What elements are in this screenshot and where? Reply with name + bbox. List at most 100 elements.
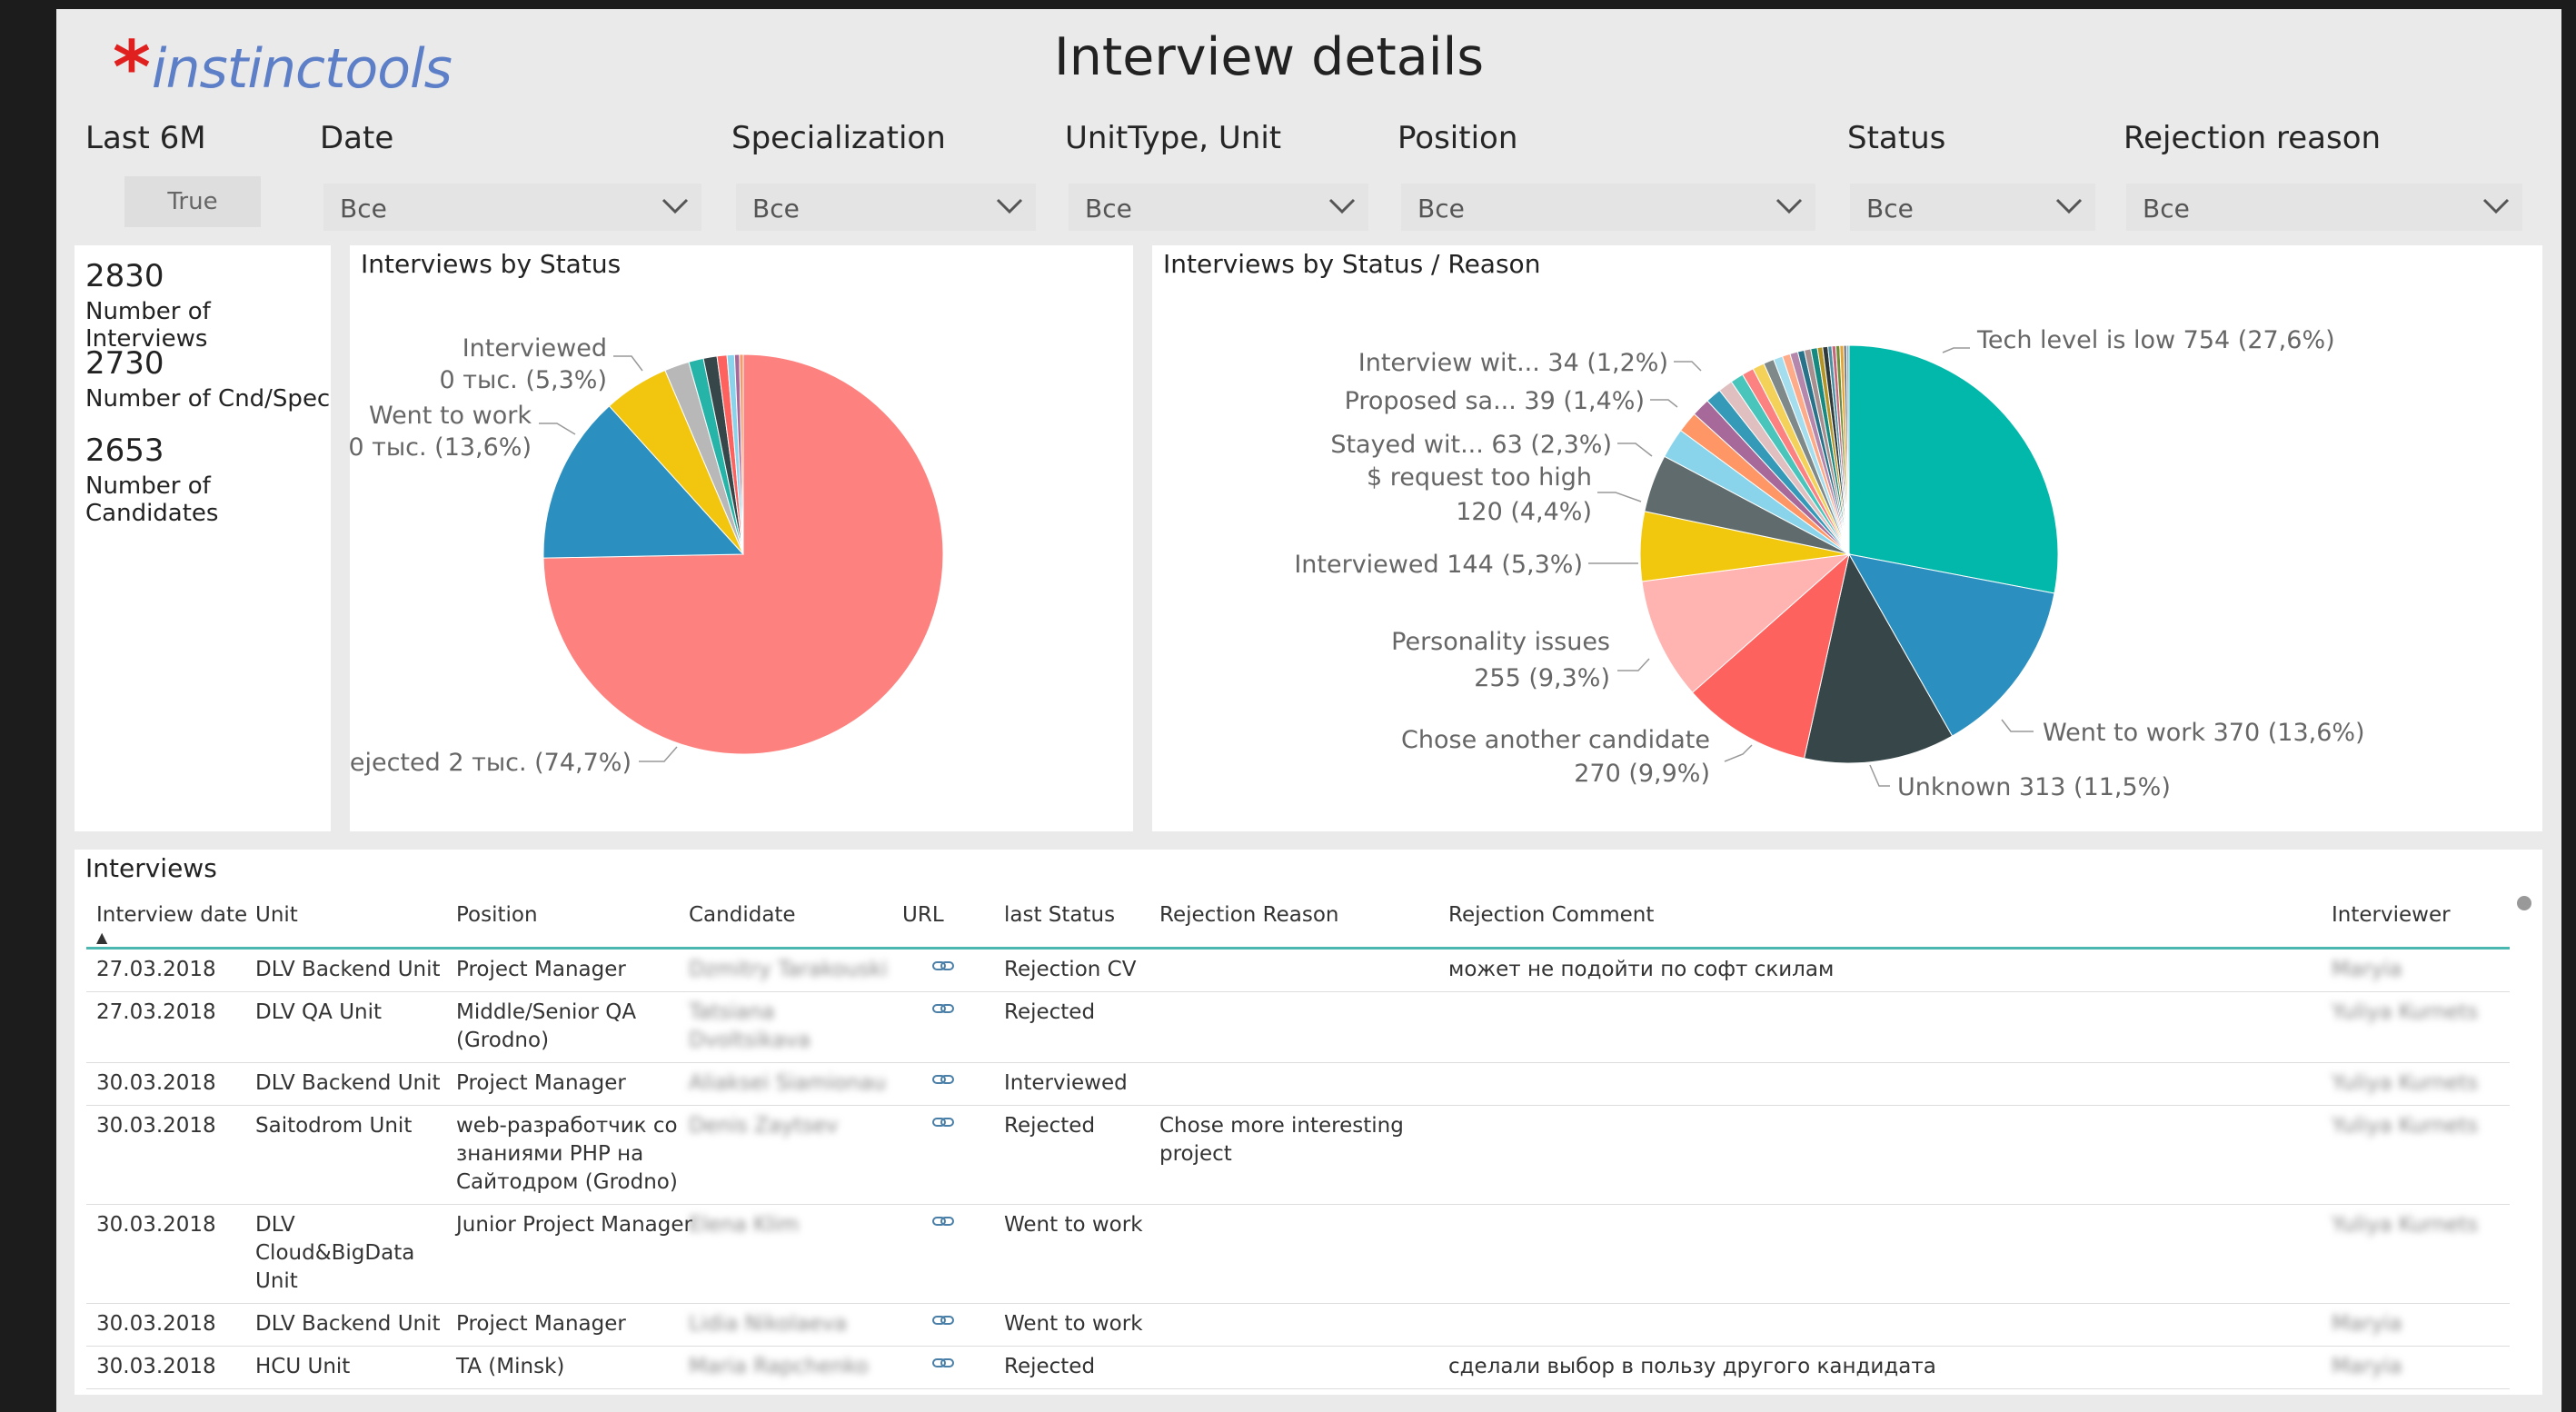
- last6m-toggle-button[interactable]: True: [124, 176, 261, 227]
- url-link-icon[interactable]: [931, 954, 955, 982]
- rejection-dropdown[interactable]: Все: [2126, 184, 2522, 231]
- url-link-icon[interactable]: [931, 1209, 955, 1238]
- column-header-comment[interactable]: Rejection Comment: [1448, 901, 1654, 930]
- cell-comment: сделали выбор в пользу другого кандидата: [1448, 1355, 1936, 1378]
- column-header-candidate[interactable]: Candidate: [689, 901, 796, 930]
- column-header-status[interactable]: last Status: [1004, 901, 1115, 930]
- filter-label-position: Position: [1397, 120, 1518, 156]
- column-header-unit[interactable]: Unit: [255, 901, 298, 930]
- tech-level-leader-line: [1942, 347, 1970, 353]
- interviewed-label-1: Interviewed: [462, 334, 607, 363]
- specialization-dropdown-value: Все: [752, 194, 800, 224]
- cell-unit: DLV QA Unit: [255, 1000, 383, 1024]
- filter-label-rejection: Rejection reason: [2123, 120, 2382, 156]
- cell-status: Rejected: [1004, 1114, 1096, 1138]
- cell-candidate: Lidia Nikolaeva: [689, 1312, 848, 1336]
- cell-date: 27.03.2018: [96, 958, 216, 981]
- row-divider: [86, 1105, 2510, 1106]
- filter-label-status: Status: [1847, 120, 1946, 156]
- column-header-reason[interactable]: Rejection Reason: [1159, 901, 1338, 930]
- logo-text: instinctools: [151, 37, 453, 101]
- header-divider: [86, 947, 2510, 950]
- filter-label-unit: UnitType, Unit: [1065, 120, 1282, 156]
- cell-status: Rejected: [1004, 1355, 1096, 1378]
- cell-interviewer: Maryia: [2332, 1355, 2402, 1378]
- request-label-1: $ request too high: [1367, 463, 1592, 492]
- cell-status: Went to work: [1004, 1213, 1143, 1237]
- cell-unit: Cloud&BigData: [255, 1241, 415, 1265]
- cell-interviewer: Maryia: [2332, 958, 2402, 981]
- went-to-work-leader-line: [539, 423, 576, 435]
- rejected-label: Rejected 2 тыс. (74,7%): [350, 749, 632, 777]
- interviews-table-title: Interviews: [85, 853, 217, 883]
- cell-position: (Grodno): [456, 1029, 550, 1052]
- cell-position: TA (Minsk): [456, 1355, 565, 1378]
- date-dropdown[interactable]: Все: [323, 184, 701, 231]
- proposed-label: Proposed sa... 39 (1,4%): [1345, 387, 1645, 415]
- status-dropdown[interactable]: Все: [1850, 184, 2095, 231]
- column-header-position[interactable]: Position: [456, 901, 538, 930]
- request-label-2: 120 (4,4%): [1456, 498, 1592, 526]
- kpi-candidates-label: Number of Candidates: [85, 472, 219, 527]
- cell-unit: DLV Backend Unit: [255, 1071, 441, 1095]
- cell-position: Сайтодром (Grodno): [456, 1170, 678, 1194]
- unit-dropdown[interactable]: Все: [1069, 184, 1368, 231]
- cell-status: Rejected: [1004, 1000, 1096, 1024]
- cell-date: 30.03.2018: [96, 1213, 216, 1237]
- went-to-work-label-1: Went to work: [369, 402, 532, 430]
- row-divider: [86, 1346, 2510, 1347]
- kpi-candidates-value: 2653: [85, 433, 164, 469]
- kpi-interviews-value: 2830: [85, 258, 164, 294]
- column-header-date[interactable]: Interview date: [96, 901, 247, 930]
- went-to-work-label-2: 0 тыс. (13,6%): [350, 433, 532, 462]
- request-leader-line: [1597, 492, 1642, 502]
- cell-comment: может не подойти по софт скилам: [1448, 958, 1835, 981]
- personality-label-2: 255 (9,3%): [1474, 664, 1610, 692]
- kpi-panel: 2830 Number of Interviews 2730 Number of…: [75, 245, 331, 831]
- cell-candidate: Tatsiana: [689, 1000, 775, 1024]
- scrollbar-thumb[interactable]: [2517, 896, 2531, 910]
- cell-position: Project Manager: [456, 1071, 626, 1095]
- cell-position: знаниями PHP на: [456, 1142, 644, 1166]
- instinctools-logo: *instinctools: [113, 20, 453, 110]
- row-divider: [86, 1303, 2510, 1304]
- chose-another-label-2: 270 (9,9%): [1574, 760, 1710, 788]
- cell-interviewer: Yuliya Kurnets: [2332, 1000, 2479, 1024]
- row-divider: [86, 1204, 2510, 1205]
- chevron-down-icon: [661, 198, 689, 214]
- specialization-dropdown[interactable]: Все: [736, 184, 1036, 231]
- cell-candidate: Elena Klim: [689, 1213, 800, 1237]
- cell-unit: Saitodrom Unit: [255, 1114, 413, 1138]
- interview-wit-label: Interview wit... 34 (1,2%): [1358, 349, 1668, 377]
- cell-candidate: Maria Rapchenko: [689, 1355, 869, 1378]
- row-divider: [86, 1388, 2510, 1389]
- unknown-leader-line: [1869, 764, 1890, 787]
- reason-pie-chart: Tech level is low 754 (27,6%) Went to wo…: [1294, 326, 2365, 801]
- interviewed-reason-label: Interviewed 144 (5,3%): [1294, 551, 1583, 579]
- url-link-icon[interactable]: [931, 1110, 955, 1139]
- filter-label-specialization: Specialization: [731, 120, 946, 156]
- url-link-icon[interactable]: [931, 1308, 955, 1337]
- cell-status: Interviewed: [1004, 1071, 1128, 1095]
- column-header-url[interactable]: URL: [902, 901, 944, 930]
- chevron-down-icon: [2482, 198, 2510, 214]
- cell-interviewer: Yuliya Kurnets: [2332, 1071, 2479, 1095]
- position-dropdown[interactable]: Все: [1401, 184, 1815, 231]
- reason-chart-panel: Interviews by Status / Reason Tech level…: [1152, 245, 2542, 831]
- cell-candidate: Aliaksei Siamionau: [689, 1071, 886, 1095]
- status-chart-panel: Interviews by Status Interviewed 0 тыс. …: [350, 245, 1133, 831]
- personality-label-1: Personality issues: [1391, 628, 1610, 656]
- url-link-icon[interactable]: [931, 1351, 955, 1379]
- column-header-interviewer[interactable]: Interviewer: [2332, 901, 2451, 930]
- went-to-work-reason-label: Went to work 370 (13,6%): [2043, 719, 2365, 747]
- chose-another-label-1: Chose another candidate: [1401, 726, 1710, 754]
- cell-position: web-разработчик со: [456, 1114, 678, 1138]
- cell-unit: DLV Backend Unit: [255, 1312, 441, 1336]
- reason-slice-tech-level-is-low[interactable]: [1848, 344, 2059, 594]
- position-dropdown-value: Все: [1417, 194, 1465, 224]
- url-link-icon[interactable]: [931, 1068, 955, 1096]
- chevron-down-icon: [996, 198, 1023, 214]
- url-link-icon[interactable]: [931, 997, 955, 1025]
- cell-candidate: Dzmitry Tarakouski: [689, 958, 888, 981]
- kpi-cnd-spec-label: Number of Cnd/Spec: [85, 385, 331, 413]
